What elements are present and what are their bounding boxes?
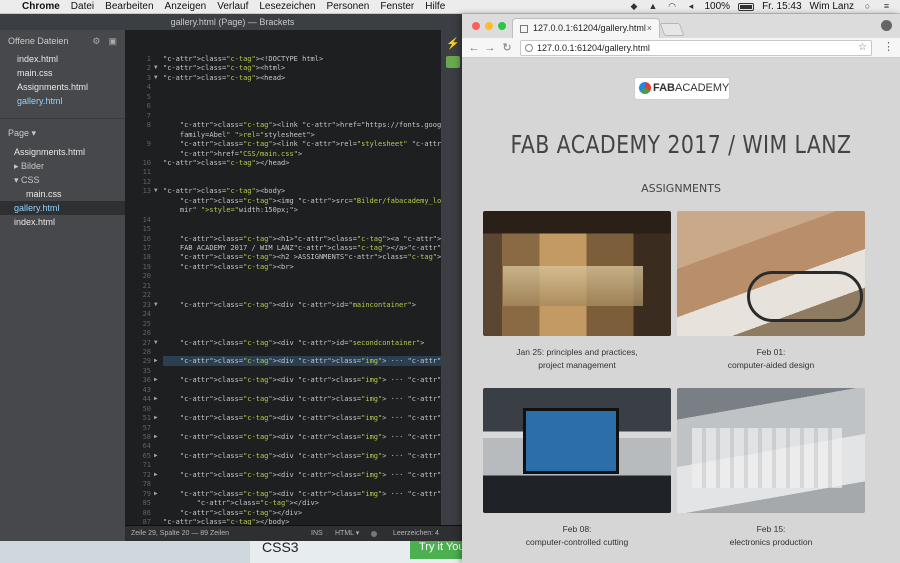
page-title-link[interactable]: FAB ACADEMY 2017 / WIM LANZ bbox=[501, 130, 860, 159]
tab-bar: 127.0.0.1:61204/gallery.html × bbox=[462, 14, 900, 38]
menu-datei[interactable]: Datei bbox=[71, 1, 94, 12]
page-viewport: FABACADEMY FAB ACADEMY 2017 / WIM LANZ A… bbox=[462, 58, 900, 563]
open-files-list: index.html main.css Assignments.html galler… bbox=[0, 52, 125, 108]
sidebar-divider bbox=[0, 118, 125, 119]
page-favicon-icon bbox=[520, 25, 528, 33]
chrome-menu-icon[interactable]: ⋮ bbox=[883, 40, 894, 54]
code-editor[interactable]: 1 "c-attr">class="c-tag"><!DOCTYPE html> 2… bbox=[125, 30, 441, 525]
tree-folder[interactable]: ▸ Bilder bbox=[0, 159, 125, 173]
line-number: 87 bbox=[142, 518, 151, 525]
gallery-card[interactable]: Feb 08: computer-controlled cutting bbox=[483, 388, 671, 549]
open-file-item[interactable]: Assignments.html bbox=[0, 80, 125, 94]
tree-file[interactable]: Assignments.html bbox=[0, 145, 125, 159]
battery-percent: 100% bbox=[704, 1, 731, 12]
gallery-photo[interactable] bbox=[677, 211, 865, 336]
bookmark-star-icon[interactable]: ☆ bbox=[858, 41, 867, 55]
volume-icon[interactable]: ◂ bbox=[686, 2, 697, 11]
menu-hilfe[interactable]: Hilfe bbox=[425, 1, 445, 12]
open-file-item[interactable]: index.html bbox=[0, 52, 125, 66]
clock[interactable]: Fr. 15:43 bbox=[762, 1, 801, 12]
open-file-item[interactable]: main.css bbox=[0, 66, 125, 80]
code-line[interactable]: 87 "c-attr">class="c-tag"></body> bbox=[125, 517, 441, 525]
address-url[interactable]: 127.0.0.1:61204/gallery.html bbox=[537, 43, 650, 53]
background-css3-label: CSS3 bbox=[262, 539, 299, 555]
gallery-card[interactable]: Feb 01: computer-aided design bbox=[677, 211, 865, 372]
language-selector[interactable]: HTML ▾ bbox=[335, 526, 359, 542]
menu-verlauf[interactable]: Verlauf bbox=[217, 1, 248, 12]
reload-icon[interactable]: ↻ bbox=[501, 41, 513, 55]
tree-folder[interactable]: ▾ CSS bbox=[0, 173, 125, 187]
split-view-icon[interactable]: ▣ bbox=[108, 36, 117, 47]
gallery-card[interactable]: Jan 25: principles and practices, projec… bbox=[483, 211, 671, 372]
gallery-card[interactable]: Feb 15: electronics production bbox=[677, 388, 865, 549]
user-name[interactable]: Wim Lanz bbox=[810, 1, 854, 12]
menu-fenster[interactable]: Fenster bbox=[380, 1, 414, 12]
gallery-caption: Feb 08: computer-controlled cutting bbox=[525, 524, 629, 547]
cursor-position: Zeile 29, Spalte 20 — 89 Zeilen bbox=[131, 530, 230, 537]
forward-icon[interactable]: → bbox=[484, 41, 496, 55]
gallery-photo[interactable] bbox=[483, 388, 671, 513]
project-name[interactable]: Page ▾ bbox=[8, 128, 36, 139]
tab-gallery[interactable]: 127.0.0.1:61204/gallery.html × bbox=[512, 18, 660, 38]
brackets-title-bar: gallery.html (Page) — Brackets bbox=[0, 14, 465, 30]
indent-setting[interactable]: Leerzeichen: 4 bbox=[393, 526, 439, 542]
insert-mode[interactable]: INS bbox=[311, 526, 323, 542]
logo-text-rest: ACADEMY bbox=[675, 82, 730, 94]
menu-bearbeiten[interactable]: Bearbeiten bbox=[105, 1, 153, 12]
profile-icon[interactable] bbox=[881, 20, 892, 31]
linter-status-icon[interactable] bbox=[371, 531, 377, 537]
menu-bar: Chrome Datei Bearbeiten Anzeigen Verlauf… bbox=[0, 0, 900, 14]
tree-file[interactable]: gallery.html bbox=[0, 201, 125, 215]
close-window-icon[interactable] bbox=[472, 22, 480, 30]
menu-personen[interactable]: Personen bbox=[327, 1, 370, 12]
spotlight-icon[interactable]: ○ bbox=[862, 2, 873, 11]
address-bar[interactable]: 127.0.0.1:61204/gallery.html ☆ bbox=[520, 40, 872, 56]
project-tree: Assignments.html ▸ Bilder ▾ CSS main.css gal… bbox=[0, 145, 125, 229]
notification-center-icon[interactable]: ≡ bbox=[881, 2, 892, 11]
close-tab-icon[interactable]: × bbox=[647, 19, 652, 38]
gallery-caption: Feb 01: computer-aided design bbox=[727, 347, 815, 370]
open-files-label: Offene Dateien bbox=[8, 36, 69, 46]
menu-bar-tray: ◆ ▲ ◠ ◂ 100% Fr. 15:43 Wim Lanz ○ ≡ bbox=[629, 1, 900, 12]
fab-logo-mark-icon bbox=[639, 82, 651, 94]
gallery-photo[interactable] bbox=[483, 211, 671, 336]
drive-icon[interactable]: ▲ bbox=[648, 2, 659, 11]
extension-manager-icon[interactable] bbox=[446, 56, 460, 68]
new-tab-button[interactable] bbox=[659, 23, 685, 36]
menu-lesezeichen[interactable]: Lesezeichen bbox=[259, 1, 315, 12]
open-file-item[interactable]: gallery.html bbox=[0, 94, 125, 108]
battery-icon[interactable] bbox=[738, 2, 755, 11]
status-bar: Zeile 29, Spalte 20 — 89 Zeilen INS HTML… bbox=[125, 525, 465, 541]
fab-academy-logo: FABACADEMY bbox=[635, 78, 729, 99]
menu-app-name[interactable]: Chrome bbox=[22, 1, 60, 12]
brackets-window-title: gallery.html (Page) — Brackets bbox=[170, 17, 295, 27]
logo-text-bold: FAB bbox=[653, 82, 675, 94]
wifi-icon[interactable]: ◠ bbox=[667, 2, 678, 11]
menu-anzeigen[interactable]: Anzeigen bbox=[165, 1, 207, 12]
maximize-window-icon[interactable] bbox=[498, 22, 506, 30]
tree-file[interactable]: index.html bbox=[0, 215, 125, 229]
browser-toolbar: ← → ↻ 127.0.0.1:61204/gallery.html ☆ ⋮ bbox=[462, 38, 900, 58]
gallery-caption: Jan 25: principles and practices, projec… bbox=[516, 347, 638, 370]
open-files-header: Offene Dateien ⚙ ▣ bbox=[0, 30, 125, 52]
code-text: "c-attr">class="c-tag"></body> bbox=[163, 518, 290, 525]
gallery-photo[interactable] bbox=[677, 388, 865, 513]
project-header[interactable]: Page ▾ bbox=[0, 125, 125, 141]
site-info-icon[interactable] bbox=[525, 44, 533, 52]
chrome-window: 127.0.0.1:61204/gallery.html × ← → ↻ 127… bbox=[462, 14, 900, 563]
tab-title: 127.0.0.1:61204/gallery.html bbox=[533, 23, 646, 33]
page-subtitle: ASSIGNMENTS bbox=[641, 182, 721, 195]
gallery-caption: Feb 15: electronics production bbox=[729, 524, 813, 547]
live-preview-icon[interactable]: ⚡ bbox=[446, 38, 460, 50]
brackets-window: gallery.html (Page) — Brackets Offene Da… bbox=[0, 14, 466, 541]
settings-gear-icon[interactable]: ⚙ bbox=[92, 36, 100, 47]
dropbox-icon[interactable]: ◆ bbox=[629, 2, 640, 11]
tree-file[interactable]: main.css bbox=[0, 187, 125, 201]
back-icon[interactable]: ← bbox=[468, 41, 480, 55]
file-sidebar: Offene Dateien ⚙ ▣ index.html main.css Ass… bbox=[0, 30, 125, 541]
minimize-window-icon[interactable] bbox=[485, 22, 493, 30]
